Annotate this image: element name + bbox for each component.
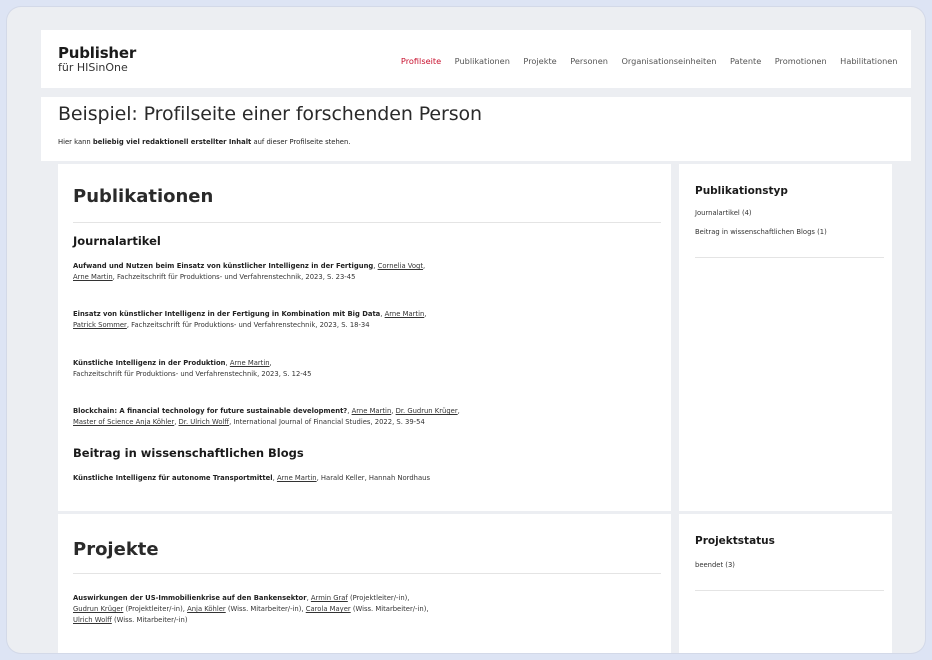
- separator: ,: [457, 407, 460, 415]
- person-link[interactable]: Ulrich Wolff: [73, 616, 112, 624]
- publication-source: , Fachzeitschrift für Produktions- und V…: [126, 321, 370, 329]
- publication-item: Blockchain: A financial technology for f…: [73, 406, 653, 428]
- publication-source: Fachzeitschrift für Produktions- und Ver…: [73, 370, 312, 378]
- project-status-facet: Projektstatus beendet (3): [679, 514, 892, 653]
- person-role: (Wiss. Mitarbeiter/-in),: [350, 605, 429, 613]
- publication-title: Künstliche Intelligenz für autonome Tran…: [73, 474, 273, 482]
- facet-item-blogs[interactable]: Beitrag in wissenschaftlichen Blogs (1): [695, 228, 827, 236]
- projects-card: Projekte Auswirkungen der US-Immobilienk…: [58, 514, 671, 653]
- person-role: (Projektleiter/-in),: [347, 594, 410, 602]
- publications-title: Publikationen: [73, 186, 214, 207]
- person-link[interactable]: Carola Mayer: [306, 605, 351, 613]
- publication-title: Einsatz von künstlicher Intelligenz in d…: [73, 310, 381, 318]
- page-intro: Hier kann beliebig viel redaktionell ers…: [58, 138, 350, 146]
- author-link[interactable]: Arne Martin: [73, 273, 113, 281]
- publication-title: Künstliche Intelligenz in der Produktion: [73, 359, 226, 367]
- nav-promotionen[interactable]: Promotionen: [775, 56, 827, 66]
- author-link[interactable]: Master of Science Anja Köhler: [73, 418, 174, 426]
- facet-title: Projektstatus: [695, 535, 775, 547]
- separator: ,: [424, 310, 427, 318]
- facet-divider: [695, 590, 884, 591]
- publication-title: Aufwand und Nutzen beim Einsatz von küns…: [73, 262, 374, 270]
- nav-publikationen[interactable]: Publikationen: [455, 56, 510, 66]
- publication-item: Künstliche Intelligenz in der Produktion…: [73, 358, 653, 380]
- separator: ,: [423, 262, 426, 270]
- nav-organisationseinheiten[interactable]: Organisationseinheiten: [621, 56, 716, 66]
- page-header: Beispiel: Profilseite einer forschenden …: [41, 97, 911, 161]
- main-nav: Profilseite Publikationen Projekte Perso…: [401, 56, 911, 66]
- logo-subtitle: für HISinOne: [58, 61, 128, 74]
- projects-title: Projekte: [73, 539, 159, 560]
- person-link[interactable]: Armin Graf: [311, 594, 348, 602]
- person-link[interactable]: Anja Köhler: [187, 605, 226, 613]
- author-link[interactable]: Cornelia Vogt: [378, 262, 423, 270]
- publications-card: Publikationen Journalartikel Aufwand und…: [58, 164, 671, 511]
- author-link[interactable]: Arne Martin: [385, 310, 425, 318]
- separator: ,: [269, 359, 272, 367]
- author-link[interactable]: Arne Martin: [352, 407, 392, 415]
- intro-suffix: auf dieser Profilseite stehen.: [251, 138, 351, 146]
- publication-type-facet: Publikationstyp Journalartikel (4) Beitr…: [679, 164, 892, 511]
- intro-bold: beliebig viel redaktionell erstellter In…: [92, 138, 252, 146]
- author-link[interactable]: Arne Martin: [230, 359, 270, 367]
- publication-source: , Fachzeitschrift für Produktions- und V…: [112, 273, 356, 281]
- publication-item: Aufwand und Nutzen beim Einsatz von küns…: [73, 261, 653, 283]
- facet-item-beendet[interactable]: beendet (3): [695, 561, 735, 569]
- facet-divider: [695, 257, 884, 258]
- person-role: (Wiss. Mitarbeiter/-in),: [225, 605, 306, 613]
- site-header: Publisher für HISinOne Profilseite Publi…: [41, 30, 911, 88]
- author-link[interactable]: Arne Martin: [277, 474, 317, 482]
- facet-item-journalartikel[interactable]: Journalartikel (4): [695, 209, 752, 217]
- blogs-heading: Beitrag in wissenschaftlichen Blogs: [73, 446, 304, 460]
- publication-item: Einsatz von künstlicher Intelligenz in d…: [73, 309, 653, 331]
- logo-title: Publisher: [58, 44, 137, 62]
- facet-title: Publikationstyp: [695, 185, 788, 197]
- publication-item: Künstliche Intelligenz für autonome Tran…: [73, 473, 653, 484]
- author-link[interactable]: Dr. Gudrun Krüger: [396, 407, 458, 415]
- person-role: (Wiss. Mitarbeiter/-in): [111, 616, 188, 624]
- site-logo[interactable]: Publisher für HISinOne: [58, 45, 136, 74]
- browser-frame: Publisher für HISinOne Profilseite Publi…: [7, 7, 925, 653]
- publication-title: Blockchain: A financial technology for f…: [73, 407, 348, 415]
- person-role: (Projektleiter/-in),: [123, 605, 188, 613]
- author-link[interactable]: Dr. Ulrich Wolff: [179, 418, 230, 426]
- publication-source: , Harald Keller, Hannah Nordhaus: [316, 474, 430, 482]
- nav-projekte[interactable]: Projekte: [523, 56, 556, 66]
- author-link[interactable]: Patrick Sommer: [73, 321, 127, 329]
- intro-prefix: Hier kann: [58, 138, 93, 146]
- project-title: Auswirkungen der US-Immobilienkrise auf …: [73, 594, 307, 602]
- publication-source: , International Journal of Financial Stu…: [229, 418, 425, 426]
- nav-personen[interactable]: Personen: [570, 56, 608, 66]
- journal-heading: Journalartikel: [73, 234, 161, 248]
- projects-divider: [73, 573, 661, 574]
- nav-habilitationen[interactable]: Habilitationen: [840, 56, 897, 66]
- publications-divider: [73, 222, 661, 223]
- nav-profilseite[interactable]: Profilseite: [401, 56, 441, 66]
- page-title: Beispiel: Profilseite einer forschenden …: [58, 103, 482, 125]
- project-item: Auswirkungen der US-Immobilienkrise auf …: [73, 593, 653, 626]
- person-link[interactable]: Gudrun Krüger: [73, 605, 123, 613]
- nav-patente[interactable]: Patente: [730, 56, 761, 66]
